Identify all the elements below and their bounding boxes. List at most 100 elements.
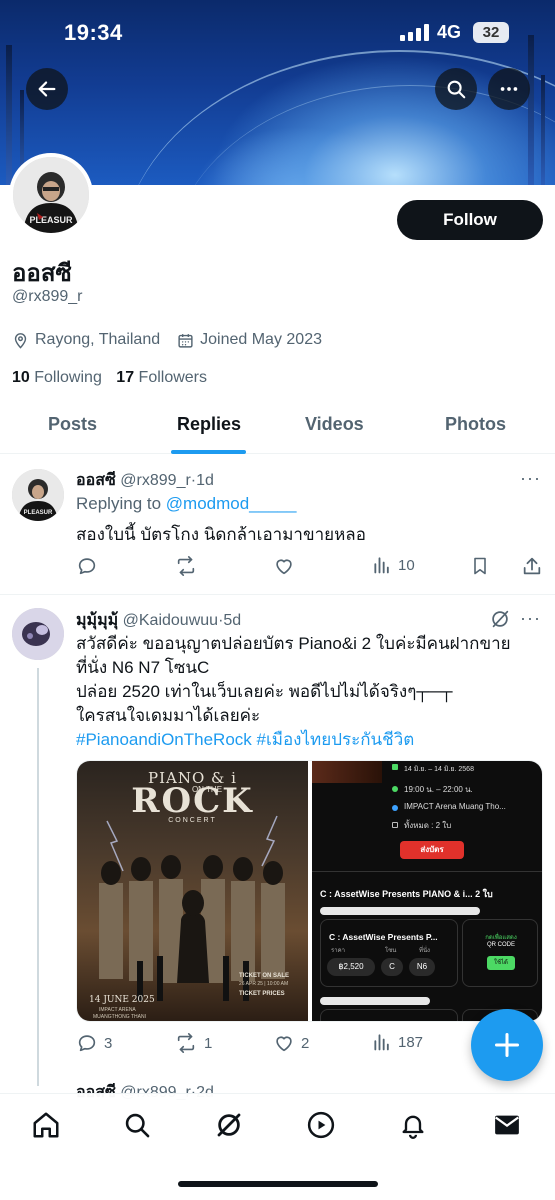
post-author-name[interactable]: ออสซี [76,472,116,489]
reply-button[interactable] [76,555,104,577]
tab-posts[interactable]: Posts [48,414,97,435]
follow-button[interactable]: Follow [397,200,543,240]
post-time[interactable]: 1d [196,472,214,489]
following-count: 10 [12,369,30,386]
back-button[interactable] [26,68,68,110]
bookmark-icon [474,557,486,575]
post-author-name[interactable]: มุมุ้มุมุ้ [76,612,118,629]
clock-icon [392,786,398,792]
post-time[interactable]: 5d [223,612,241,629]
repost-icon [177,556,195,576]
poster-venue: IMPACT ARENA [99,1007,136,1013]
concert-poster-image[interactable]: PIANO & i ON THE ROCK CONCERT 14 JUNE 20… [77,761,308,1021]
grok-icon [217,1113,241,1137]
share-button[interactable] [521,555,549,577]
ticket-thumb [312,761,382,783]
nav-search[interactable] [120,1108,154,1142]
views-button[interactable]: 10 [372,555,415,575]
repost-button[interactable] [174,555,204,577]
post-author-handle[interactable]: @Kaidouwuu [123,612,218,629]
post-avatar[interactable]: PLEASUR [12,469,64,521]
like-button[interactable]: 2 [273,1032,309,1054]
show-label: กดเพื่อแสดง [485,935,517,941]
like-icon [276,559,292,575]
nav-messages[interactable] [490,1108,524,1142]
nav-video[interactable] [304,1108,338,1142]
reply-count: 3 [104,1034,113,1052]
bookmark-button[interactable] [470,555,496,577]
profile-avatar[interactable]: PLEASUR [9,153,93,237]
ticket-section-title: C : AssetWise Presents PIANO & i... 2 ใบ [320,889,493,899]
signal-icon [400,24,429,41]
nav-notifications[interactable] [396,1108,430,1142]
post-reply[interactable]: PLEASUR ออสซี @rx899_r·1d ··· Replying t… [0,455,555,595]
views-icon [374,557,389,574]
compose-post-button[interactable] [471,1009,543,1081]
home-icon [33,1112,59,1138]
nav-home[interactable] [29,1108,63,1142]
ticket-date: 14 มิ.ย. – 14 มิ.ย. 2568 [404,766,474,773]
price-chip: ฿2,520 [327,958,375,976]
like-count: 2 [301,1034,310,1052]
repost-count: 1 [204,1034,213,1052]
poster-date: 14 JUNE 2025 [89,995,155,1005]
poster-concert: CONCERT [168,817,217,824]
post-header: มุมุ้มุมุ้ @Kaidouwuu·5d [76,608,241,633]
followers-link[interactable]: 17 Followers [116,369,207,386]
post-author-handle[interactable]: @rx899_r [120,472,191,489]
post-hashtags[interactable]: #PianoandiOnTheRock #เมืองไทยประกันชีวิต [76,728,414,751]
like-button[interactable] [273,555,301,577]
seat-chip: N6 [409,958,435,976]
post-avatar[interactable] [12,608,64,660]
profile-tabs: Posts Replies Videos Photos [0,400,555,454]
reply-button[interactable]: 3 [76,1032,112,1054]
location-icon [14,332,27,349]
search-button[interactable] [435,68,477,110]
poster-title-main: ROCK [131,781,254,821]
tab-photos[interactable]: Photos [445,414,506,435]
tab-replies[interactable]: Replies [177,414,241,435]
post-text: สองใบนี้ บัตรโกง นิดกล้าเอามาขายหลอ [76,525,366,544]
calendar-icon [392,764,398,770]
replying-to-link[interactable]: @modmod_____ [166,494,297,513]
repost-icon [177,1033,195,1053]
more-options-button[interactable] [488,68,530,110]
poster-sale-date: 26 APR 25 | 10:00 AM [239,981,289,987]
messages-icon [495,1115,519,1135]
status-time: 19:34 [64,20,123,45]
following-link[interactable]: 10 Following [12,369,102,386]
home-indicator [178,1181,378,1187]
zone-chip: C [381,958,403,976]
ticket-icon [392,822,398,828]
views-button[interactable]: 187 [372,1032,423,1052]
ticket-screenshot-image[interactable]: 14 มิ.ย. – 14 มิ.ย. 2568 19:00 น. – 22:0… [312,761,542,1021]
nav-grok[interactable] [212,1108,246,1142]
send-ticket-button: ส่งบัตร [400,841,464,859]
share-icon [523,557,541,575]
ticket-card-title: C : AssetWise Presents P... [329,932,438,942]
qr-panel: กดเพื่อแสดง QR CODE ใช้ได้ [462,919,538,987]
tab-videos[interactable]: Videos [305,414,364,435]
search-icon [125,1113,150,1138]
post-more-button[interactable]: ··· [520,608,541,629]
plus-icon [494,1032,520,1058]
location-icon [392,805,398,811]
replying-to: Replying to @modmod_____ [76,492,296,515]
like-icon [276,1036,292,1052]
replying-prefix: Replying to [76,494,166,513]
ticket-venue: IMPACT Arena Muang Tho... [404,802,506,811]
ticket-time: 19:00 น. – 22:00 น. [404,785,473,794]
svg-text:PLEASUR: PLEASUR [29,215,73,225]
following-label: Following [34,369,102,386]
banner-spire [541,75,545,185]
status-bar: 19:34 4G 32 [0,0,555,62]
price-label: ราคา [331,948,345,954]
profile-location: Rayong, Thailand [35,331,161,348]
battery-indicator: 32 [473,22,509,43]
grok-icon[interactable] [489,608,511,630]
post-more-button[interactable]: ··· [520,468,541,489]
active-tab-indicator [171,450,246,454]
repost-button[interactable]: 1 [174,1032,212,1054]
ticket-card-2 [320,1009,458,1021]
ticket-total: ทั้งหมด : 2 ใบ [404,821,452,830]
